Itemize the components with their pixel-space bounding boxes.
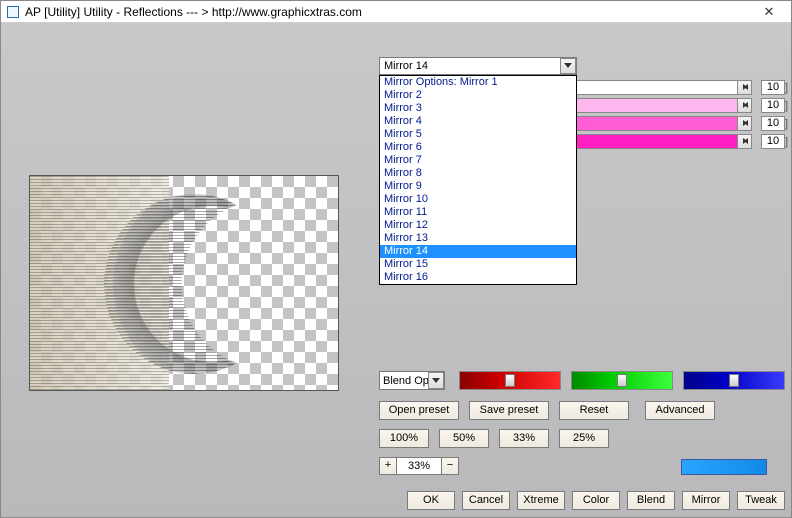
zoom-stepper: + 33% − — [379, 457, 459, 476]
color-button[interactable]: Color — [572, 491, 620, 510]
mirror-select[interactable]: Mirror 14 — [379, 57, 577, 75]
mirror-option[interactable]: Mirror 13 — [380, 232, 576, 245]
mirror-option[interactable]: Mirror 11 — [380, 206, 576, 219]
stepper-arrows-icon[interactable] — [737, 135, 751, 148]
green-slider[interactable] — [571, 371, 673, 390]
save-preset-button[interactable]: Save preset — [469, 401, 549, 420]
crescent-shape — [104, 194, 284, 374]
mirror-option[interactable]: Mirror 16 — [380, 271, 576, 284]
stepper-minus[interactable]: − — [441, 457, 459, 475]
blend-select[interactable]: Blend Optio — [379, 371, 445, 390]
cancel-button[interactable]: Cancel — [462, 491, 510, 510]
mirror-option[interactable]: Mirror 9 — [380, 180, 576, 193]
slider-grip[interactable] — [617, 374, 627, 387]
mirror-option[interactable]: Mirror 14 — [380, 245, 576, 258]
mirror-option[interactable]: Mirror Options: Mirror 1 — [380, 76, 576, 89]
close-button[interactable] — [747, 1, 791, 23]
color-swatch[interactable] — [681, 459, 767, 475]
stepper-plus[interactable]: + — [379, 457, 397, 475]
pct-25-button[interactable]: 25% — [559, 429, 609, 448]
mirror-option[interactable]: Mirror 3 — [380, 102, 576, 115]
app-window: { "title": "AP [Utility] Utility - Refle… — [0, 0, 792, 518]
titlebar: AP [Utility] Utility - Reflections --- >… — [1, 1, 791, 23]
param-value[interactable]: 10 — [761, 134, 785, 149]
bracket: ] — [785, 82, 791, 94]
mirror-option[interactable]: Mirror 15 — [380, 258, 576, 271]
advanced-button[interactable]: Advanced — [645, 401, 715, 420]
param-value[interactable]: 10 — [761, 98, 785, 113]
stepper-arrows-icon[interactable] — [737, 99, 751, 112]
mirror-select-value: Mirror 14 — [384, 60, 428, 72]
bracket: ] — [785, 100, 791, 112]
mirror-option[interactable]: Mirror 4 — [380, 115, 576, 128]
app-icon — [7, 6, 19, 18]
stepper-value[interactable]: 33% — [397, 457, 441, 475]
mirror-option[interactable]: Mirror 2 — [380, 89, 576, 102]
mirror-option[interactable]: Mirror 6 — [380, 141, 576, 154]
mirror-option[interactable]: Mirror 5 — [380, 128, 576, 141]
bracket: ] — [785, 118, 791, 130]
pct-50-button[interactable]: 50% — [439, 429, 489, 448]
window-title: AP [Utility] Utility - Reflections --- >… — [25, 5, 362, 19]
chevron-down-icon[interactable] — [560, 58, 576, 74]
slider-grip[interactable] — [505, 374, 515, 387]
bracket: ] — [785, 136, 791, 148]
stepper-arrows-icon[interactable] — [737, 81, 751, 94]
stepper-arrows-icon[interactable] — [737, 117, 751, 130]
chevron-down-icon[interactable] — [428, 372, 444, 389]
param-value[interactable]: 10 — [761, 80, 785, 95]
blend-select-value: Blend Optio — [383, 375, 429, 387]
mirror-select-list[interactable]: Mirror Options: Mirror 1Mirror 2Mirror 3… — [379, 75, 577, 285]
pct-33-button[interactable]: 33% — [499, 429, 549, 448]
tweak-button[interactable]: Tweak — [737, 491, 785, 510]
reset-button[interactable]: Reset — [559, 401, 629, 420]
ok-button[interactable]: OK — [407, 491, 455, 510]
mirror-option[interactable]: Mirror 8 — [380, 167, 576, 180]
slider-grip[interactable] — [729, 374, 739, 387]
pct-100-button[interactable]: 100% — [379, 429, 429, 448]
mirror-button[interactable]: Mirror — [682, 491, 730, 510]
blend-button[interactable]: Blend — [627, 491, 675, 510]
param-value[interactable]: 10 — [761, 116, 785, 131]
mirror-option[interactable]: Mirror 7 — [380, 154, 576, 167]
preview-canvas — [29, 175, 339, 391]
open-preset-button[interactable]: Open preset — [379, 401, 459, 420]
mirror-option[interactable]: Mirror 10 — [380, 193, 576, 206]
mirror-option[interactable]: Mirror 12 — [380, 219, 576, 232]
red-slider[interactable] — [459, 371, 561, 390]
xtreme-button[interactable]: Xtreme — [517, 491, 565, 510]
blue-slider[interactable] — [683, 371, 785, 390]
